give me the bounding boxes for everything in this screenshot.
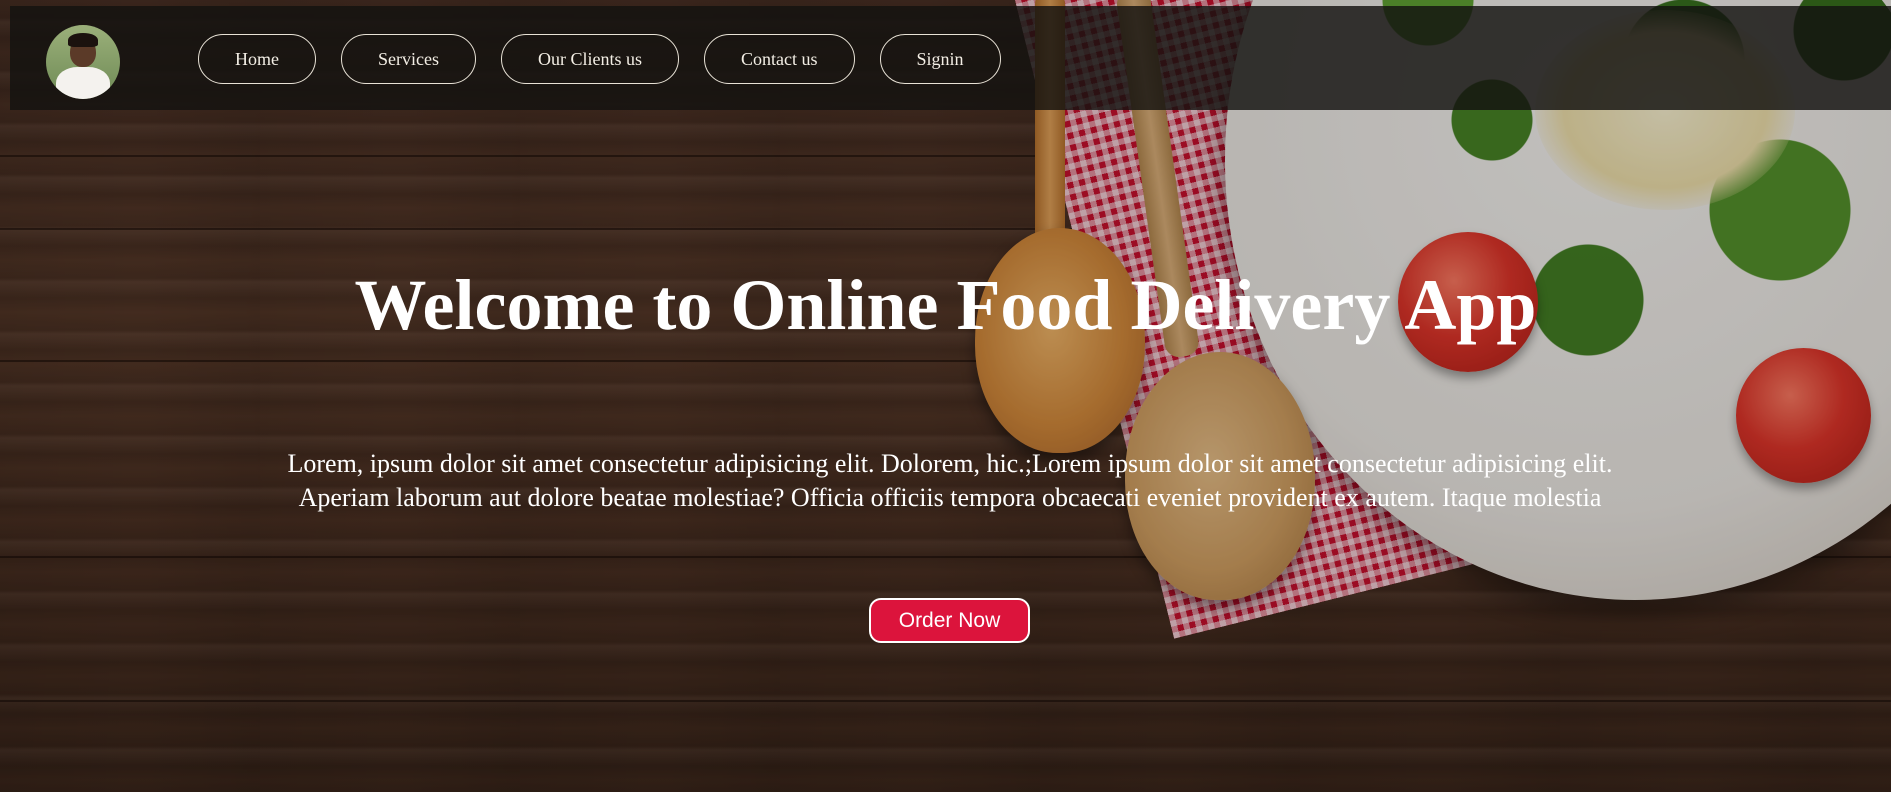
nav-clients-button[interactable]: Our Clients us	[500, 34, 679, 84]
nav-links: Home Services Our Clients us Contact us …	[198, 34, 1001, 84]
avatar[interactable]	[46, 25, 120, 99]
background-overlay	[0, 0, 1891, 792]
nav-services-button[interactable]: Services	[341, 34, 476, 84]
nav-home-button[interactable]: Home	[198, 34, 316, 84]
hero-description: Lorem, ipsum dolor sit amet consectetur …	[287, 449, 1613, 512]
nav-contact-button[interactable]: Contact us	[704, 34, 855, 84]
nav-signin-button[interactable]: Signin	[879, 34, 1001, 84]
hero-section: Home Services Our Clients us Contact us …	[0, 0, 1891, 792]
navbar: Home Services Our Clients us Contact us …	[10, 6, 1891, 110]
hero-title: Welcome to Online Food Delivery App	[354, 265, 1537, 345]
order-now-button[interactable]: Order Now	[869, 598, 1030, 643]
